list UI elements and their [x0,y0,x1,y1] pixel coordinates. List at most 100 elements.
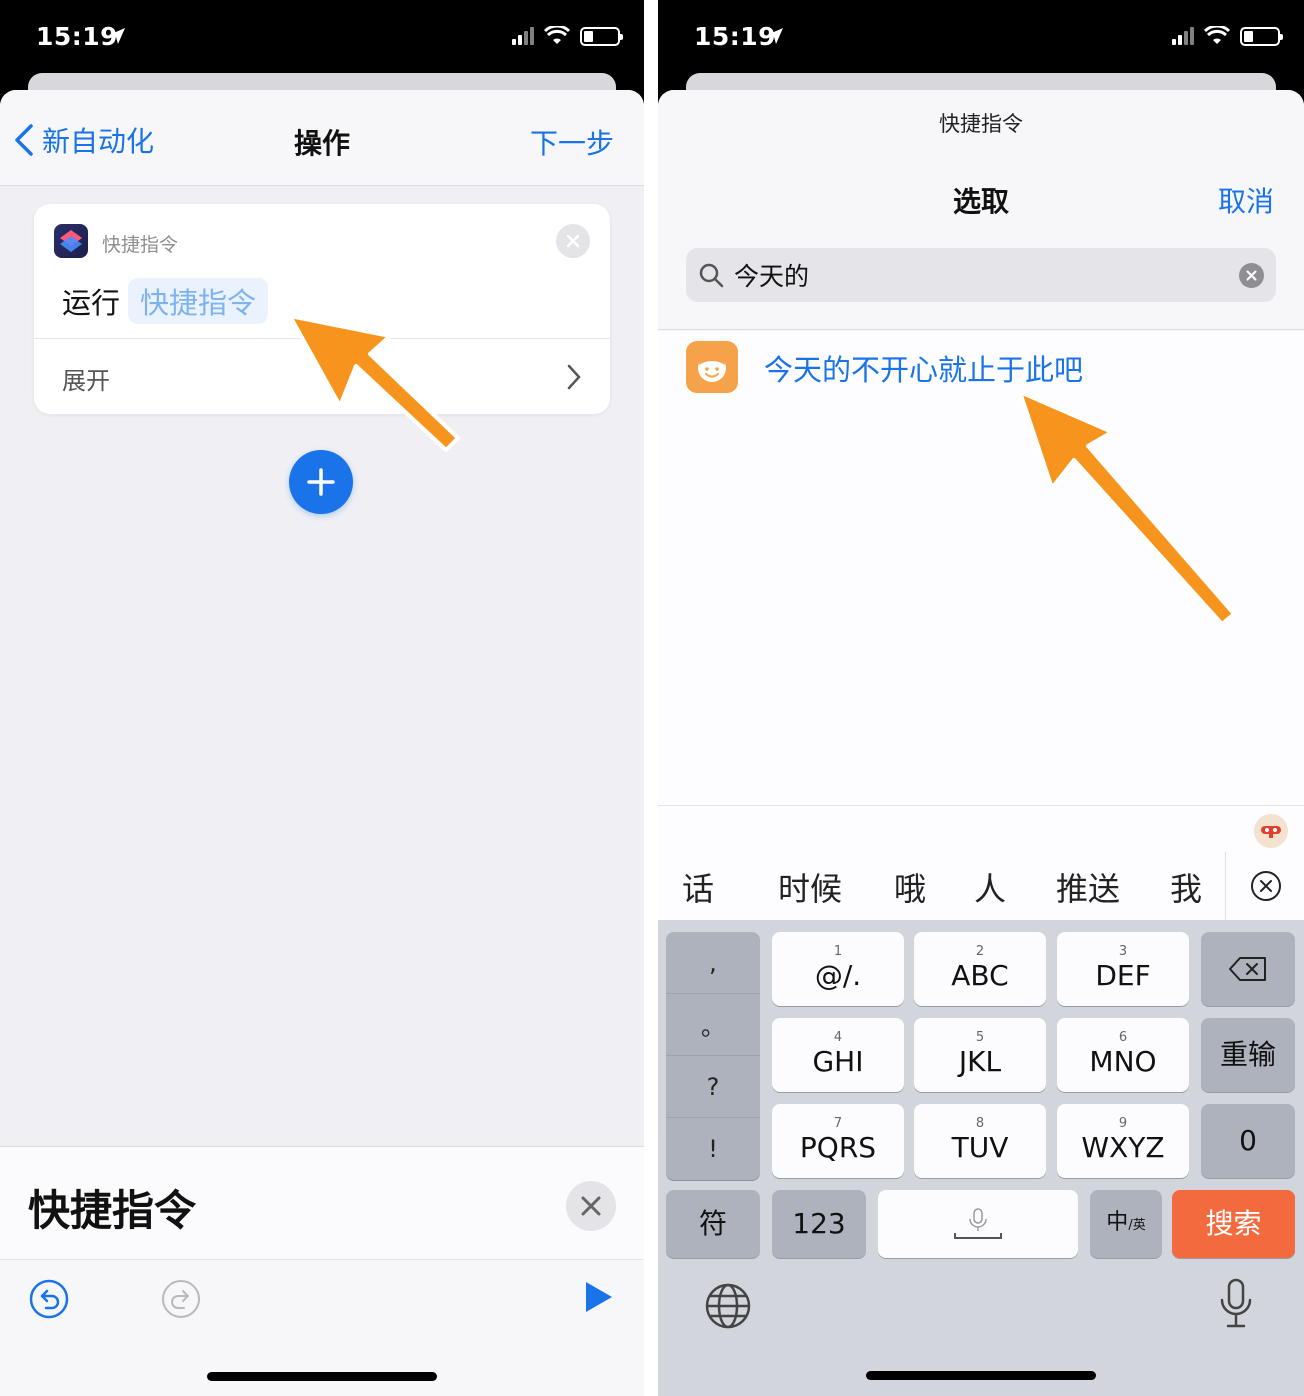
undo-icon[interactable] [28,1278,70,1320]
candidate-bar: 话 时候 哦 人 推送 我 [658,852,1304,920]
candidate-word[interactable]: 话 [682,864,714,910]
search-result-item[interactable]: 今天的不开心就止于此吧 [658,331,1304,411]
backspace-icon [1229,957,1266,981]
card-app-name: 快捷指令 [102,234,179,256]
key-number: 7 [833,1116,843,1131]
key-number: 8 [975,1116,985,1131]
key-number: 9 [1118,1116,1128,1131]
close-candidates-icon[interactable] [1250,870,1282,902]
globe-icon[interactable] [704,1282,752,1330]
backspace-key[interactable] [1201,932,1295,1006]
search-bar [686,248,1276,302]
status-time: 15:19 [694,22,777,51]
add-action-button[interactable] [289,450,353,514]
search-key-label: 搜索 [1205,1207,1262,1240]
key-letters: GHI [812,1045,864,1078]
action-sheet: 新自动化 操作 下一步 快捷指令 运行 快捷指令 展开 快捷指令 [0,90,644,1396]
key-letters: TUV [951,1131,1009,1164]
reenter-label: 重输 [1219,1038,1276,1071]
number-switch-label: 123 [792,1207,846,1240]
candidate-separator [1225,852,1226,920]
punct-key[interactable]: ! [666,1118,760,1180]
key-letters: WXYZ [1081,1131,1165,1164]
candidate-word[interactable]: 时候 [778,864,842,910]
play-icon[interactable] [584,1280,614,1314]
home-indicator [866,1371,1096,1380]
symbol-key[interactable]: 符 [666,1190,760,1258]
shortcut-face-icon [686,341,738,393]
redo-icon[interactable] [160,1278,202,1320]
search-input[interactable] [734,256,1226,294]
expand-label: 展开 [62,367,110,395]
key-number: 4 [833,1030,843,1045]
panel-close-button[interactable] [566,1181,616,1231]
keyboard-top-bar [658,806,1304,852]
expand-row[interactable]: 展开 [34,339,610,414]
wifi-icon [544,26,570,44]
key-4[interactable]: 4 GHI [772,1018,904,1092]
editor-toolbar [0,1259,644,1396]
next-button[interactable]: 下一步 [530,122,614,162]
punct-key[interactable]: ? [666,1056,760,1118]
number-switch-key[interactable]: 123 [772,1190,866,1258]
language-switch-key[interactable]: 中/英 [1090,1190,1162,1258]
key-1[interactable]: 1 @/. [772,932,904,1006]
key-5[interactable]: 5 JKL [914,1018,1046,1092]
key-7[interactable]: 7 PQRS [772,1104,904,1178]
zero-key[interactable]: 0 [1201,1104,1295,1178]
location-arrow-icon [767,28,783,44]
remove-action-button[interactable] [556,224,590,258]
shortcut-token-button[interactable]: 快捷指令 [128,278,269,324]
key-number: 5 [975,1030,985,1045]
home-indicator [207,1372,437,1381]
cellular-signal-icon [512,27,534,45]
status-bar: 15:19 [658,0,1304,74]
location-arrow-icon [109,28,125,44]
key-9[interactable]: 9 WXYZ [1057,1104,1189,1178]
key-letters: MNO [1089,1045,1157,1078]
key-3[interactable]: 3 DEF [1057,932,1189,1006]
run-label: 运行 [62,286,121,320]
space-key[interactable] [878,1190,1078,1258]
candidate-word[interactable]: 人 [974,864,1006,910]
close-icon [581,1196,601,1216]
search-key[interactable]: 搜索 [1172,1190,1295,1258]
candidate-word[interactable]: 哦 [894,864,926,910]
microphone-icon[interactable] [1218,1278,1254,1330]
candidate-word[interactable]: 推送 [1056,864,1120,910]
picker-header: 快捷指令 选取 取消 [658,90,1304,330]
punct-key[interactable]: , [666,932,760,994]
key-2[interactable]: 2 ABC [914,932,1046,1006]
punct-key[interactable]: 。 [666,994,760,1056]
right-screen: 15:19 快捷指令 选取 取消 今天的不开心就止于此吧 [658,0,1304,1396]
shortcuts-app-icon [54,224,88,258]
key-number: 2 [975,944,985,959]
left-screen: 15:19 新自动化 操作 下一步 快捷指令 运行 快捷指令 展开 快捷指令 [0,0,644,1396]
t9-keyboard: , 。 ? ! 1 @/. 2 ABC 3 DEF 4 GHI 5 JKL 6 MNO 重输… [658,920,1304,1396]
cancel-button[interactable]: 取消 [1218,180,1274,220]
search-icon [699,263,724,288]
reenter-key[interactable]: 重输 [1201,1018,1295,1092]
wifi-icon [1204,26,1230,44]
keyboard-bottom-bar [658,1260,1304,1396]
key-letters: DEF [1095,959,1151,992]
zero-label: 0 [1239,1124,1257,1157]
status-bar: 15:19 [0,0,644,74]
key-letters: JKL [958,1045,1002,1078]
punctuation-column: , 。 ? ! [666,932,760,1180]
picker-sheet: 快捷指令 选取 取消 今天的不开心就止于此吧 话 [658,90,1304,1396]
candidate-word[interactable]: 我 [1170,864,1202,910]
key-8[interactable]: 8 TUV [914,1104,1046,1178]
lang-sub-label: /英 [1128,1217,1146,1233]
keyboard-logo-icon[interactable] [1254,814,1288,848]
key-letters: @/. [814,959,862,992]
key-6[interactable]: 6 MNO [1057,1018,1189,1092]
space-mic-icon [954,1208,1002,1239]
battery-icon [580,26,623,46]
battery-icon [1240,26,1283,46]
close-icon [1246,270,1257,281]
nav-bar: 新自动化 操作 下一步 [0,90,644,186]
lang-main-label: 中 [1106,1209,1129,1235]
search-clear-button[interactable] [1239,263,1264,288]
status-time: 15:19 [36,22,119,51]
